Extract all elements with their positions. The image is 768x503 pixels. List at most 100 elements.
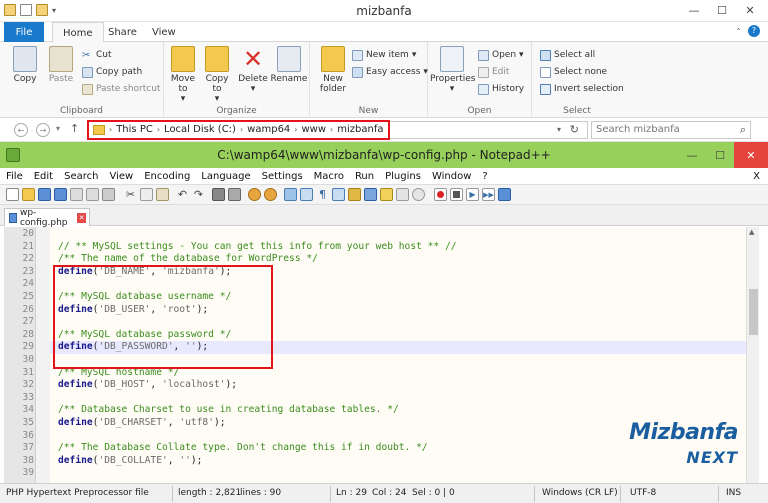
- document-tab[interactable]: wp-config.php ✕: [4, 208, 90, 228]
- help-icon[interactable]: ?: [748, 25, 760, 37]
- up-arrow-icon[interactable]: ↑: [70, 122, 79, 135]
- record-macro-icon[interactable]: [434, 188, 447, 201]
- code-token: 'utf8': [179, 417, 214, 428]
- maximize-icon[interactable]: ☐: [708, 0, 736, 20]
- save-macro-icon[interactable]: [498, 188, 511, 201]
- zoom-in-icon[interactable]: [248, 188, 261, 201]
- close-icon[interactable]: ✕: [736, 0, 764, 20]
- new-folder-button[interactable]: New folder: [316, 46, 350, 94]
- print-icon[interactable]: [102, 188, 115, 201]
- edit-button[interactable]: Edit: [478, 65, 509, 79]
- search-icon[interactable]: ⌕: [740, 123, 746, 137]
- user-language-icon[interactable]: [348, 188, 361, 201]
- stop-macro-icon[interactable]: [450, 188, 463, 201]
- paste-icon[interactable]: [156, 188, 169, 201]
- zoom-out-icon[interactable]: [264, 188, 277, 201]
- undo-icon[interactable]: ↶: [176, 188, 189, 201]
- redo-icon[interactable]: ↷: [192, 188, 205, 201]
- open-button[interactable]: Open ▾: [478, 48, 524, 62]
- forward-arrow-icon[interactable]: →: [36, 123, 50, 137]
- menu-window[interactable]: Window: [432, 171, 471, 182]
- tab-close-icon[interactable]: ✕: [77, 212, 86, 223]
- replace-icon[interactable]: [228, 188, 241, 201]
- refresh-icon[interactable]: ↻: [570, 123, 579, 136]
- menu-encoding[interactable]: Encoding: [144, 171, 190, 182]
- save-icon[interactable]: [38, 188, 51, 201]
- cut-button[interactable]: ✂ Cut: [82, 48, 112, 62]
- properties-button[interactable]: Properties ▾: [430, 46, 475, 94]
- menu-view[interactable]: View: [109, 171, 133, 182]
- menu-close-document[interactable]: X: [753, 171, 760, 182]
- line-number: 39: [22, 467, 34, 479]
- delete-x-icon: ✕: [242, 45, 264, 73]
- save-all-icon[interactable]: [54, 188, 67, 201]
- back-arrow-icon[interactable]: ←: [14, 123, 28, 137]
- minimize-icon[interactable]: —: [680, 0, 708, 20]
- address-dropdown-icon[interactable]: ▾: [557, 125, 561, 134]
- cut-icon[interactable]: ✂: [124, 188, 137, 201]
- code-line: // ** MySQL settings - You can get this …: [58, 241, 457, 254]
- easy-access-button[interactable]: Easy access ▾: [352, 65, 428, 79]
- notepad-title-bar: C:\wamp64\www\mizbanfa\wp-config.php - N…: [0, 142, 768, 168]
- history-icon: [478, 83, 489, 95]
- menu-edit[interactable]: Edit: [34, 171, 53, 182]
- show-all-characters-icon[interactable]: ¶: [316, 188, 329, 201]
- wrap-icon[interactable]: [300, 188, 313, 201]
- status-insert-mode: INS: [726, 488, 742, 498]
- menu-language[interactable]: Language: [201, 171, 250, 182]
- line-number: 27: [22, 316, 34, 328]
- open-group: Properties ▾ Open ▾ Edit History Open: [428, 42, 532, 118]
- copy-to-button[interactable]: Copy to ▾: [200, 46, 234, 104]
- menu-run[interactable]: Run: [355, 171, 374, 182]
- scroll-up-icon[interactable]: ▲: [749, 228, 754, 236]
- delete-button[interactable]: ✕ Delete ▾: [236, 46, 270, 94]
- tab-file[interactable]: File: [4, 22, 44, 42]
- menu-file[interactable]: File: [6, 171, 23, 182]
- open-icon: [478, 49, 489, 61]
- folder-workspace-icon[interactable]: [396, 188, 409, 201]
- close-all-icon[interactable]: [86, 188, 99, 201]
- tab-home[interactable]: Home: [52, 22, 104, 43]
- function-list-icon[interactable]: [380, 188, 393, 201]
- rename-button[interactable]: Rename: [270, 46, 308, 84]
- monitoring-icon[interactable]: [412, 188, 425, 201]
- menu-settings[interactable]: Settings: [262, 171, 303, 182]
- search-input[interactable]: Search mizbanfa ⌕: [591, 121, 751, 139]
- maximize-icon[interactable]: ☐: [706, 142, 734, 168]
- tab-view[interactable]: View: [142, 22, 186, 43]
- tab-share[interactable]: Share: [98, 22, 147, 43]
- invert-selection-button[interactable]: Invert selection: [540, 82, 624, 96]
- move-to-button[interactable]: Move to ▾: [166, 46, 200, 104]
- sync-scroll-icon[interactable]: [284, 188, 297, 201]
- window-title: mizbanfa: [356, 4, 412, 18]
- copy-button[interactable]: Copy: [8, 46, 42, 84]
- code-token: );: [213, 417, 226, 428]
- menu-help[interactable]: ?: [482, 171, 487, 182]
- paste-button[interactable]: Paste: [44, 46, 78, 84]
- copy-path-button[interactable]: Copy path: [82, 65, 142, 79]
- document-map-icon[interactable]: [364, 188, 377, 201]
- menu-macro[interactable]: Macro: [314, 171, 344, 182]
- new-file-icon[interactable]: [6, 188, 19, 201]
- scrollbar-thumb[interactable]: [749, 289, 758, 335]
- menu-search[interactable]: Search: [64, 171, 98, 182]
- select-none-icon: [540, 66, 551, 78]
- ribbon-collapse-icon[interactable]: ⌃: [735, 27, 742, 36]
- close-icon[interactable]: ✕: [734, 142, 768, 168]
- recent-locations-icon[interactable]: ▾: [56, 124, 60, 133]
- select-all-button[interactable]: Select all: [540, 48, 595, 62]
- find-icon[interactable]: [212, 188, 225, 201]
- run-macro-multiple-icon[interactable]: ▶▶: [482, 188, 495, 201]
- select-none-button[interactable]: Select none: [540, 65, 607, 79]
- minimize-icon[interactable]: —: [678, 142, 706, 168]
- play-macro-icon[interactable]: ▶: [466, 188, 479, 201]
- indent-guide-icon[interactable]: [332, 188, 345, 201]
- copy-icon[interactable]: [140, 188, 153, 201]
- new-item-button[interactable]: New item ▾: [352, 48, 416, 62]
- history-button[interactable]: History: [478, 82, 524, 96]
- line-number: 34: [22, 404, 34, 416]
- menu-plugins[interactable]: Plugins: [385, 171, 421, 182]
- close-file-icon[interactable]: [70, 188, 83, 201]
- open-file-icon[interactable]: [22, 188, 35, 201]
- paste-shortcut-button[interactable]: Paste shortcut: [82, 82, 160, 96]
